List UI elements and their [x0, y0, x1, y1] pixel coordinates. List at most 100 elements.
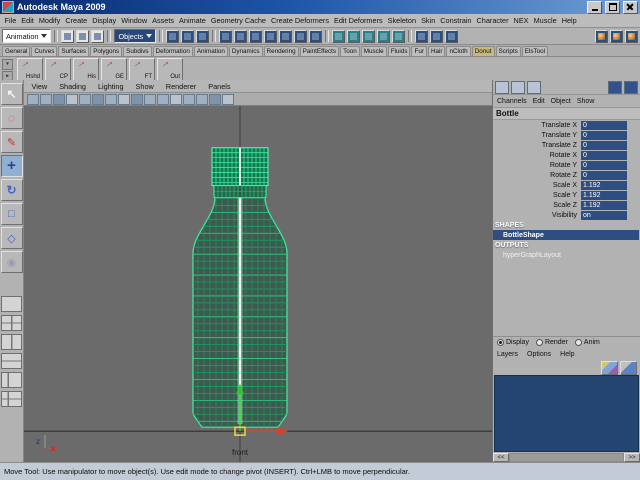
channel-speed-icon[interactable] — [527, 81, 541, 94]
selection-mode-dropdown[interactable]: Objects — [114, 29, 156, 43]
channel-name[interactable]: Visibility — [493, 212, 581, 219]
shelf-tab[interactable]: nCloth — [446, 46, 470, 56]
shelf-tab[interactable]: ElsTool — [522, 46, 548, 56]
shape-node-row[interactable]: BottleShape — [493, 230, 639, 240]
layout-outliner-persp-button[interactable] — [1, 372, 22, 388]
lasso-select-tool[interactable] — [1, 107, 23, 129]
menu-item[interactable]: Constrain — [438, 16, 474, 25]
layout-single-pane-button[interactable] — [1, 296, 22, 312]
sel-mask-handles-icon[interactable] — [219, 30, 232, 43]
sel-mask-rendering-icon[interactable] — [309, 30, 322, 43]
viewport-menu-item[interactable]: Shading — [57, 82, 89, 91]
create-layer-from-selected-icon[interactable] — [601, 361, 618, 375]
shelf-tab[interactable]: Toon — [340, 46, 360, 56]
field-chart-icon[interactable] — [118, 94, 130, 105]
menu-item[interactable]: Assets — [150, 16, 177, 25]
minimize-button[interactable] — [587, 1, 602, 14]
input-connections-icon[interactable] — [415, 30, 428, 43]
menu-item[interactable]: Display — [90, 16, 119, 25]
channel-manip-icon[interactable] — [511, 81, 525, 94]
shelf-tab[interactable]: Fluids — [388, 46, 411, 56]
sel-mask-deformations-icon[interactable] — [279, 30, 292, 43]
sel-mask-surfaces-icon[interactable] — [264, 30, 277, 43]
menu-item[interactable]: Animate — [177, 16, 209, 25]
layer-editor-menu-item[interactable]: Help — [560, 351, 574, 358]
channel-box-menu-item[interactable]: Show — [577, 98, 595, 105]
snap-point-icon[interactable] — [362, 30, 375, 43]
layer-mode-radio[interactable]: Anim — [575, 339, 600, 346]
camera-attributes-icon[interactable] — [27, 94, 39, 105]
move-tool[interactable] — [1, 155, 23, 177]
wireframe-mode-icon[interactable] — [157, 94, 169, 105]
snap-plane-icon[interactable] — [377, 30, 390, 43]
channel-value-field[interactable]: 0 — [581, 161, 627, 170]
menu-item[interactable]: Character — [474, 16, 511, 25]
shelf-tab[interactable]: Polygons — [90, 46, 122, 56]
menu-item[interactable]: Edit — [19, 16, 37, 25]
show-layer-editor-icon[interactable] — [624, 81, 638, 94]
scroll-track[interactable] — [509, 453, 624, 462]
image-plane-icon[interactable] — [53, 94, 65, 105]
new-scene-icon[interactable] — [61, 30, 74, 43]
select-component-icon[interactable] — [196, 30, 209, 43]
safe-action-icon[interactable] — [131, 94, 143, 105]
channel-value-field[interactable]: 0 — [581, 151, 627, 160]
create-empty-layer-icon[interactable] — [620, 361, 637, 375]
view-grid-icon[interactable] — [66, 94, 78, 105]
layer-editor-menu-item[interactable]: Options — [527, 351, 551, 358]
show-channel-box-icon[interactable] — [608, 81, 622, 94]
sel-mask-dynamics-icon[interactable] — [294, 30, 307, 43]
viewport-menu-item[interactable]: View — [29, 82, 50, 91]
viewport-menu-item[interactable]: Show — [133, 82, 156, 91]
viewport-canvas[interactable]: z x front — [24, 106, 492, 462]
menu-item[interactable]: Help — [559, 16, 579, 25]
channel-name[interactable]: Scale Y — [493, 192, 581, 199]
channel-name[interactable]: Rotate X — [493, 152, 581, 159]
shelf-tab[interactable]: Muscle — [361, 46, 387, 56]
universal-manipulator-tool[interactable] — [1, 227, 23, 249]
channel-manip-off-icon[interactable] — [495, 81, 509, 94]
channel-value-field[interactable]: 1.192 — [581, 181, 627, 190]
ipr-render-icon[interactable] — [610, 30, 623, 43]
shelf-tab[interactable]: Dynamics — [229, 46, 263, 56]
shelf-item-button[interactable]: Out — [157, 58, 183, 82]
channel-value-field[interactable]: 1.192 — [581, 191, 627, 200]
shelf-tab-menu-icon[interactable]: ▾ — [2, 59, 13, 70]
shelf-tab[interactable]: Hair — [428, 46, 446, 56]
render-settings-icon[interactable] — [625, 30, 638, 43]
resolution-gate-icon[interactable] — [92, 94, 104, 105]
close-button[interactable] — [623, 1, 638, 14]
shelf-tab[interactable]: Curves — [31, 46, 57, 56]
make-live-icon[interactable] — [392, 30, 405, 43]
construction-history-icon[interactable] — [445, 30, 458, 43]
layout-two-stacked-button[interactable] — [1, 353, 22, 369]
shelf-item-button[interactable]: FT — [129, 58, 155, 82]
output-connections-icon[interactable] — [430, 30, 443, 43]
menu-item[interactable]: NEX — [511, 16, 531, 25]
soft-mod-tool[interactable] — [1, 251, 23, 273]
channel-box-menu-item[interactable]: Channels — [497, 98, 527, 105]
layer-mode-radio[interactable]: Render — [536, 339, 568, 346]
layout-three-split-button[interactable] — [1, 391, 22, 407]
menu-item[interactable]: Muscle — [531, 16, 559, 25]
snap-curve-icon[interactable] — [347, 30, 360, 43]
channel-value-field[interactable]: 0 — [581, 121, 627, 130]
safe-title-icon[interactable] — [144, 94, 156, 105]
menu-item[interactable]: Create Deformers — [268, 16, 331, 25]
menu-item[interactable]: Geometry Cache — [208, 16, 268, 25]
layout-two-side-button[interactable] — [1, 334, 22, 350]
shelf-tab[interactable]: Donut — [472, 46, 495, 56]
menu-item[interactable]: Window — [119, 16, 150, 25]
viewport-menu-item[interactable]: Panels — [206, 82, 233, 91]
maximize-button[interactable] — [605, 1, 620, 14]
channel-box-menu-item[interactable]: Edit — [533, 98, 545, 105]
shaded-mode-icon[interactable] — [170, 94, 182, 105]
render-current-frame-icon[interactable] — [595, 30, 608, 43]
shelf-tab[interactable]: Scripts — [496, 46, 521, 56]
scale-tool[interactable] — [1, 203, 23, 225]
shelf-item-button[interactable]: CP — [45, 58, 71, 82]
scroll-left-button[interactable]: << — [493, 453, 509, 462]
shelf-item-button[interactable]: His — [73, 58, 99, 82]
shelf-tab[interactable]: Surfaces — [58, 46, 89, 56]
channel-name[interactable]: Translate Y — [493, 132, 581, 139]
